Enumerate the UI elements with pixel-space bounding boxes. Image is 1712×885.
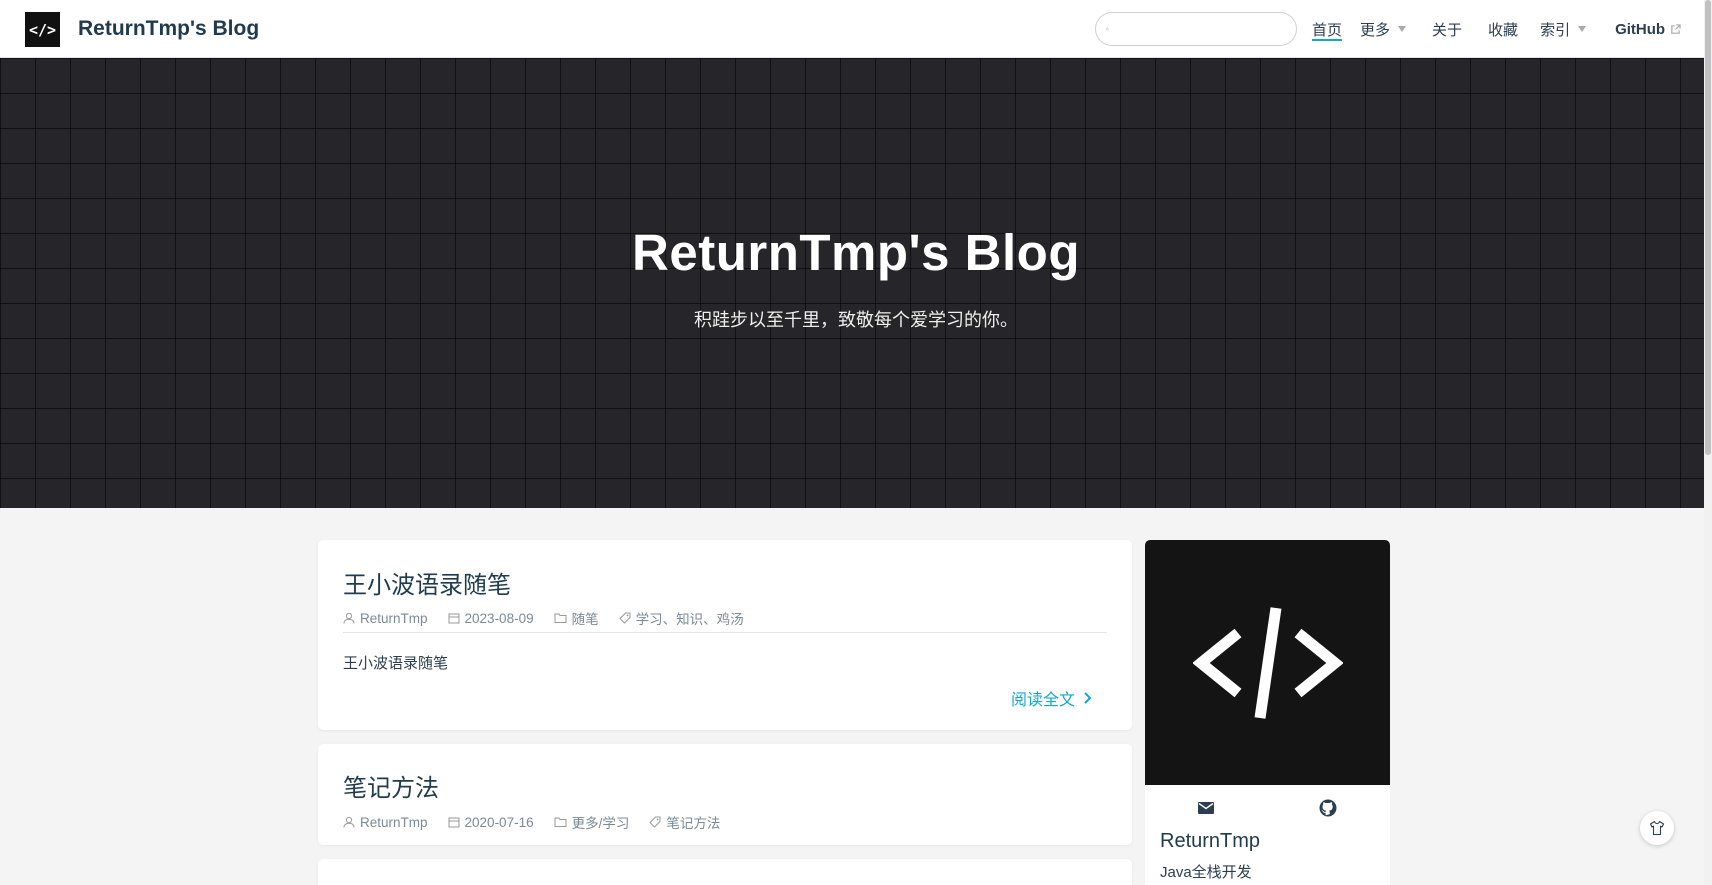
post-category-label: 随笔 — [571, 612, 599, 627]
post-card: 王小波语录随笔 ReturnTmp 2023-08-09 随笔 学习、知识、鸡汤… — [318, 540, 1132, 730]
post-meta: ReturnTmp 2020-07-16 更多/学习 笔记方法 — [343, 812, 740, 832]
post-date: 2023-08-09 — [448, 611, 534, 626]
scrollbar-thumb[interactable] — [1705, 0, 1711, 455]
post-card — [318, 859, 1132, 885]
hero-description: 积跬步以至千里，致敬每个爱学习的你。 — [694, 310, 1018, 330]
shirt-icon — [1649, 820, 1665, 836]
post-author[interactable]: ReturnTmp — [343, 815, 428, 830]
read-more-link[interactable]: 阅读全文 — [1011, 686, 1092, 710]
theme-mode-button[interactable] — [1640, 811, 1674, 845]
post-card: 笔记方法 ReturnTmp 2020-07-16 更多/学习 笔记方法 — [318, 744, 1132, 845]
nav-about[interactable]: 关于 — [1432, 0, 1462, 58]
user-icon — [343, 612, 355, 624]
chevron-down-icon — [1578, 26, 1587, 32]
post-tags[interactable]: 学习、知识、鸡汤 — [618, 608, 744, 628]
scrollbar[interactable] — [1704, 0, 1712, 885]
calendar-icon — [448, 817, 460, 828]
post-category[interactable]: 随笔 — [554, 608, 599, 628]
post-date-label: 2020-07-16 — [464, 814, 534, 830]
code-logo-icon — [1192, 606, 1343, 719]
social-links — [1145, 798, 1390, 820]
post-title[interactable]: 王小波语录随笔 — [343, 565, 511, 600]
post-date: 2020-07-16 — [448, 815, 534, 830]
post-author[interactable]: ReturnTmp — [343, 611, 428, 626]
post-tags[interactable]: 笔记方法 — [649, 812, 720, 832]
post-tags-label: 笔记方法 — [666, 816, 721, 831]
post-date-label: 2023-08-09 — [464, 610, 534, 626]
chevron-down-icon — [1398, 26, 1407, 32]
nav-more-label: 更多 — [1360, 21, 1391, 39]
user-icon — [343, 816, 355, 828]
github-icon[interactable] — [1318, 798, 1338, 818]
post-title[interactable]: 笔记方法 — [343, 768, 439, 803]
tag-icon — [649, 816, 661, 828]
nav-github[interactable]: GitHub — [1615, 0, 1681, 58]
hero-banner: ReturnTmp's Blog 积跬步以至千里，致敬每个爱学习的你。 — [0, 58, 1712, 508]
blogger-description: Java全栈开发 — [1160, 864, 1252, 881]
external-link-icon — [1671, 23, 1681, 34]
nav-links: 首页 更多 关于 收藏 索引 GitHub — [1312, 0, 1692, 58]
tag-icon — [618, 612, 631, 624]
navbar: </> ReturnTmp's Blog 首页 更多 关于 收藏 索引 GitH… — [0, 0, 1712, 58]
search-box[interactable] — [1095, 12, 1297, 46]
nav-about-label: 关于 — [1432, 21, 1463, 39]
post-author-label: ReturnTmp — [360, 610, 428, 626]
search-input[interactable] — [1109, 14, 1296, 44]
nav-home-label: 首页 — [1312, 21, 1343, 39]
post-tags-label: 学习、知识、鸡汤 — [635, 612, 744, 627]
nav-favorites[interactable]: 收藏 — [1488, 0, 1518, 58]
nav-favorites-label: 收藏 — [1488, 21, 1519, 39]
read-more-label: 阅读全文 — [1010, 692, 1075, 709]
post-category[interactable]: 更多/学习 — [554, 812, 630, 832]
avatar — [1145, 540, 1390, 785]
calendar-icon — [448, 613, 460, 624]
post-author-label: ReturnTmp — [360, 814, 428, 830]
post-divider — [343, 632, 1107, 633]
post-category-label: 更多/学习 — [571, 816, 630, 831]
blogger-name: ReturnTmp — [1160, 830, 1261, 852]
folder-icon — [554, 817, 567, 827]
blogger-card: ReturnTmp Java全栈开发 — [1145, 540, 1390, 885]
site-name[interactable]: ReturnTmp's Blog — [78, 17, 259, 41]
nav-index[interactable]: 索引 — [1540, 0, 1587, 58]
nav-more[interactable]: 更多 — [1360, 0, 1407, 58]
chevron-right-icon — [1084, 692, 1092, 704]
post-meta: ReturnTmp 2023-08-09 随笔 学习、知识、鸡汤 — [343, 608, 764, 628]
site-logo[interactable]: </> — [25, 12, 60, 47]
folder-icon — [554, 613, 567, 623]
nav-index-label: 索引 — [1540, 21, 1571, 39]
nav-github-label: GitHub — [1615, 20, 1666, 38]
post-excerpt: 王小波语录随笔 — [343, 655, 449, 672]
hero-title: ReturnTmp's Blog — [632, 224, 1080, 281]
nav-home[interactable]: 首页 — [1312, 0, 1343, 58]
mail-icon[interactable] — [1196, 798, 1216, 818]
